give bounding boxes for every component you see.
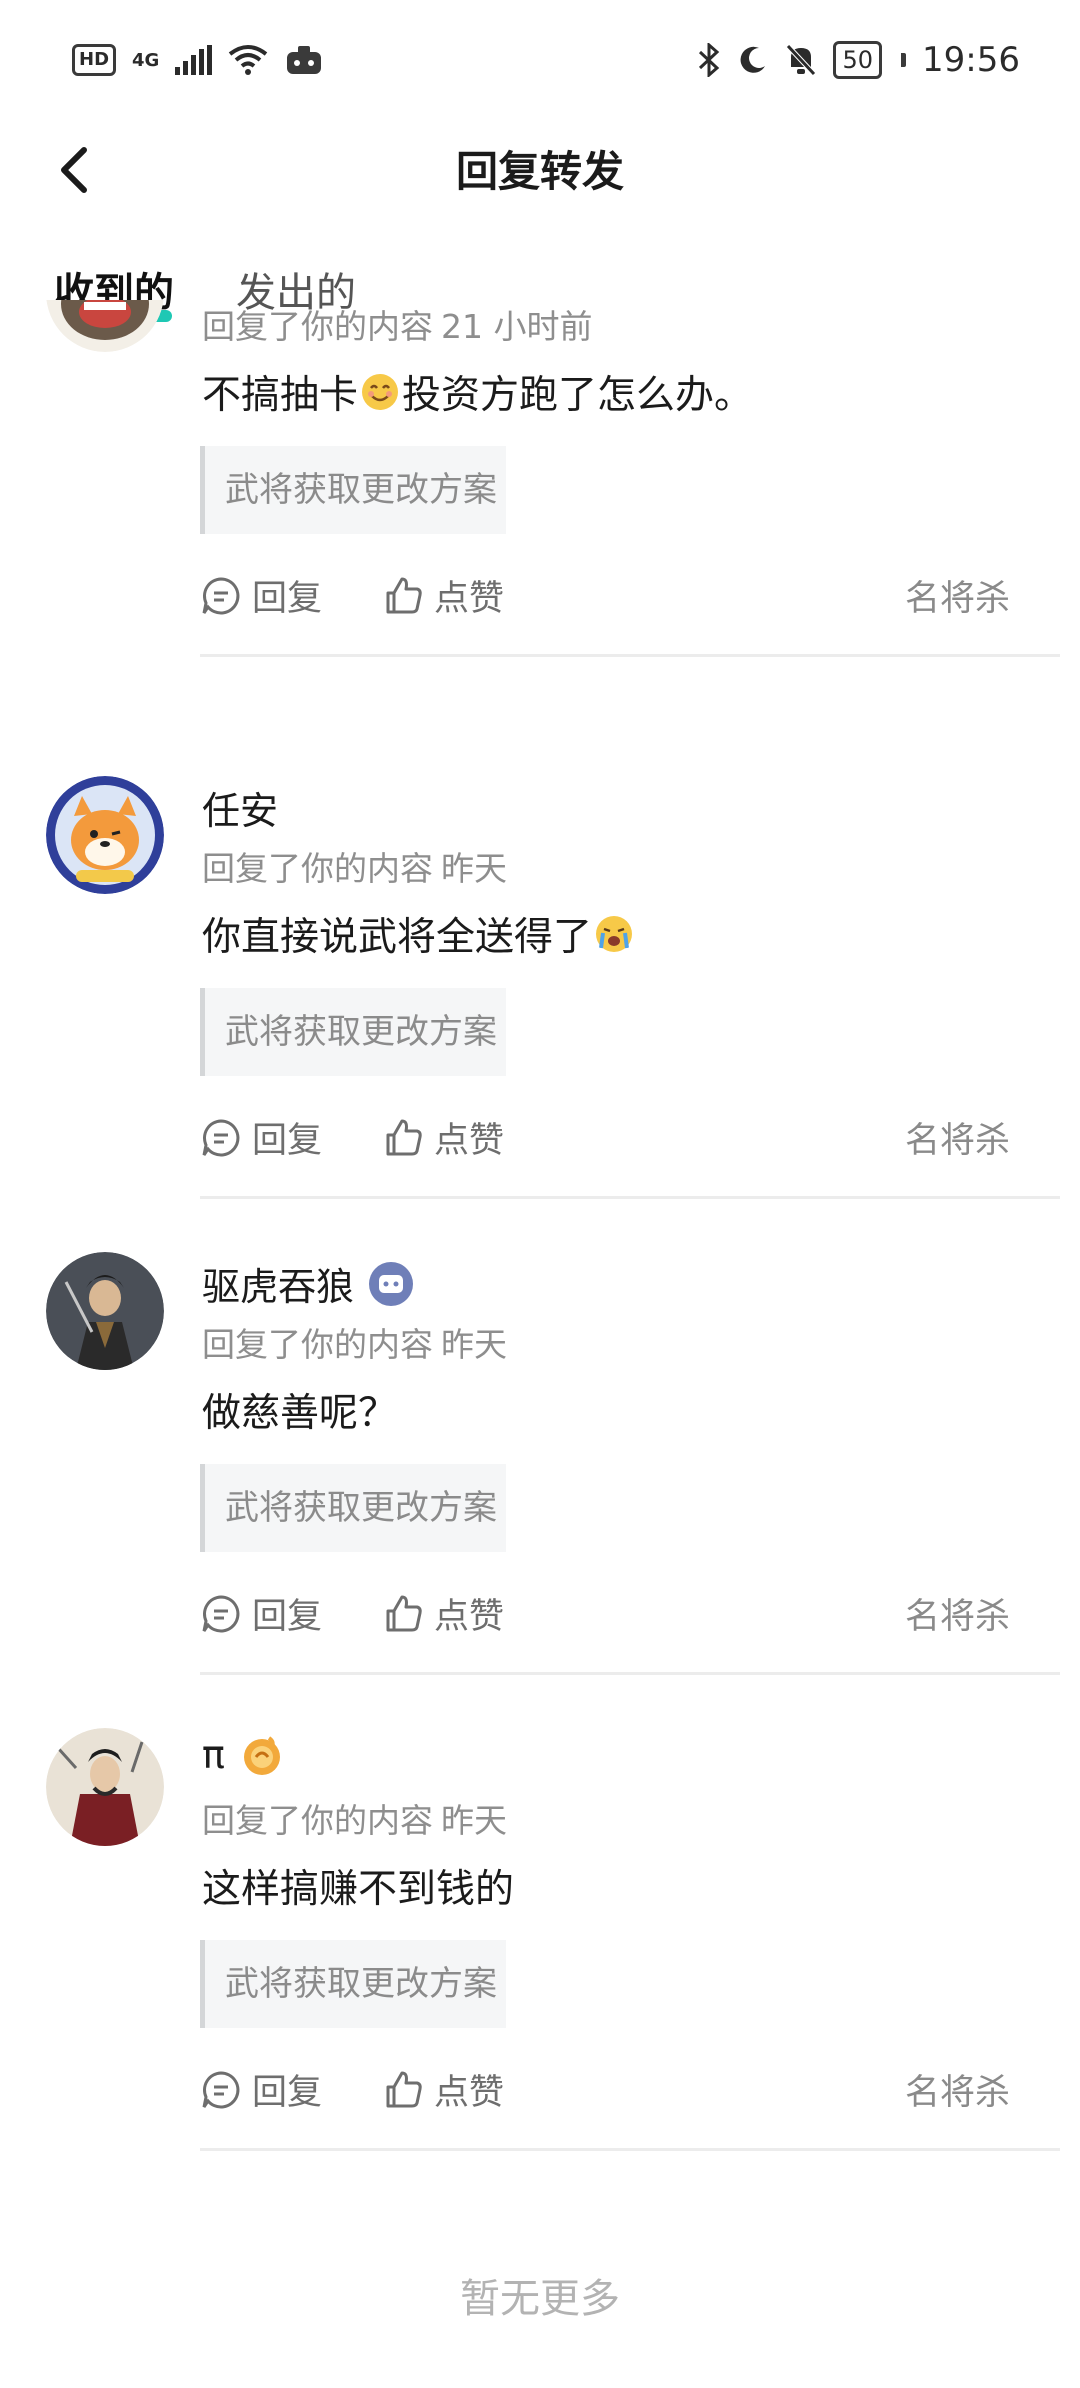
username-text: π xyxy=(202,1733,225,1777)
like-button[interactable]: 点赞 xyxy=(382,1588,504,1639)
reply-label: 回复 xyxy=(252,1597,323,1637)
game-tag[interactable]: 名将杀 xyxy=(905,2064,1010,2115)
reply-meta: 回复了你的内容 昨天 xyxy=(202,842,507,890)
avatar[interactable] xyxy=(46,300,164,352)
reply-text-tail: 投资方跑了怎么办。 xyxy=(402,373,754,418)
action-row: 回复 点赞 名将杀 xyxy=(200,570,1040,630)
username[interactable]: π xyxy=(202,1732,285,1778)
reply-meta: 回复了你的内容 昨天 xyxy=(202,1318,507,1366)
reply-meta: 回复了你的内容 21 小时前 xyxy=(202,300,592,348)
reply-item: 回复了你的内容 21 小时前 不搞抽卡 投资方跑了怎么办。 武将获取更改方案 回… xyxy=(0,300,1080,710)
game-badge-icon xyxy=(369,1261,414,1306)
reply-content[interactable]: 这样搞赚不到钱的 xyxy=(202,1858,514,1914)
reply-feed[interactable]: 回复了你的内容 21 小时前 不搞抽卡 投资方跑了怎么办。 武将获取更改方案 回… xyxy=(0,300,1080,2388)
clock: 19:56 xyxy=(922,40,1020,80)
action-row: 回复 点赞 名将杀 xyxy=(200,1112,1040,1172)
moon-icon xyxy=(741,46,766,73)
battery-indicator: 50 xyxy=(833,41,883,79)
action-row: 回复 点赞 名将杀 xyxy=(200,1588,1040,1648)
reply-text: 做慈善呢？ xyxy=(202,1391,398,1436)
quoted-post[interactable]: 武将获取更改方案 xyxy=(200,988,506,1076)
reply-content[interactable]: 做慈善呢？ xyxy=(202,1382,397,1438)
quoted-post[interactable]: 武将获取更改方案 xyxy=(200,1464,506,1552)
comment-icon xyxy=(202,1118,240,1156)
status-left: HD 4G xyxy=(72,44,324,76)
quoted-post[interactable]: 武将获取更改方案 xyxy=(200,1940,506,2028)
reply-meta: 回复了你的内容 昨天 xyxy=(202,1794,507,1842)
network-type: 4G xyxy=(132,49,160,71)
level-badge-icon xyxy=(243,1736,280,1775)
divider xyxy=(200,2148,1060,2151)
avatar[interactable] xyxy=(46,776,164,894)
signal-icon xyxy=(175,45,213,75)
reply-action: 回复了你的内容 xyxy=(202,849,433,888)
comment-icon xyxy=(202,576,240,614)
thumbs-up-icon xyxy=(386,1595,422,1631)
status-right: 50 19:56 xyxy=(697,40,1020,80)
mute-bell-icon xyxy=(786,44,817,76)
reply-button[interactable]: 回复 xyxy=(200,1112,322,1163)
avatar[interactable] xyxy=(46,1252,164,1370)
status-bar: HD 4G 50 19:56 xyxy=(0,0,1080,120)
thumbs-up-icon xyxy=(386,2071,422,2107)
reply-time: 昨天 xyxy=(441,1801,507,1840)
thumbs-up-icon xyxy=(386,1119,422,1155)
reply-label: 回复 xyxy=(252,1121,323,1161)
reply-time: 昨天 xyxy=(441,849,507,888)
reply-item: 驱虎吞狼 回复了你的内容 昨天 做慈善呢？ 武将获取更改方案 回复 点赞 名将杀 xyxy=(0,1252,1080,1728)
divider xyxy=(200,654,1060,657)
like-label: 点赞 xyxy=(434,579,505,619)
game-tag[interactable]: 名将杀 xyxy=(905,570,1010,621)
quoted-post[interactable]: 武将获取更改方案 xyxy=(200,446,506,534)
like-label: 点赞 xyxy=(434,2073,505,2113)
divider xyxy=(200,1196,1060,1199)
like-button[interactable]: 点赞 xyxy=(382,2064,504,2115)
like-button[interactable]: 点赞 xyxy=(382,1112,504,1163)
smiling-face-icon xyxy=(362,374,399,410)
reply-button[interactable]: 回复 xyxy=(200,2064,322,2115)
comment-icon xyxy=(202,1594,240,1632)
thumbs-up-icon xyxy=(386,577,422,613)
page-title: 回复转发 xyxy=(455,147,624,196)
reply-action: 回复了你的内容 xyxy=(202,1325,433,1364)
bluetooth-icon xyxy=(699,43,720,77)
like-label: 点赞 xyxy=(434,1121,505,1161)
reply-text: 你直接说武将全送得了 xyxy=(202,915,593,960)
reply-button[interactable]: 回复 xyxy=(200,1588,322,1639)
battery-level: 50 xyxy=(842,46,874,74)
like-label: 点赞 xyxy=(434,1597,505,1637)
reply-time: 21 小时前 xyxy=(441,307,593,346)
hd-badge: HD xyxy=(72,44,117,76)
top-bar: 回复转发 xyxy=(0,120,1080,220)
reply-action: 回复了你的内容 xyxy=(202,1801,433,1840)
reply-label: 回复 xyxy=(252,2073,323,2113)
username[interactable]: 任安 xyxy=(202,780,278,835)
reply-time: 昨天 xyxy=(441,1325,507,1364)
action-row: 回复 点赞 名将杀 xyxy=(200,2064,1040,2124)
like-button[interactable]: 点赞 xyxy=(382,570,504,621)
reply-content[interactable]: 你直接说武将全送得了 xyxy=(202,906,636,962)
game-controller-icon xyxy=(287,46,322,74)
reply-action: 回复了你的内容 xyxy=(202,307,433,346)
reply-item: 任安 回复了你的内容 昨天 你直接说武将全送得了 武将获取更改方案 回复 点赞 … xyxy=(0,776,1080,1252)
no-more-text: 暂无更多 xyxy=(460,2276,620,2322)
comment-icon xyxy=(202,2070,240,2108)
reply-button[interactable]: 回复 xyxy=(200,570,322,621)
reply-text: 不搞抽卡 xyxy=(202,373,359,418)
game-tag[interactable]: 名将杀 xyxy=(905,1112,1010,1163)
reply-item: π 回复了你的内容 昨天 这样搞赚不到钱的 武将获取更改方案 回复 点赞 名将杀 xyxy=(0,1728,1080,2204)
crying-face-icon xyxy=(596,916,633,952)
username[interactable]: 驱虎吞狼 xyxy=(202,1256,414,1311)
reply-label: 回复 xyxy=(252,579,323,619)
username-text: 驱虎吞狼 xyxy=(202,1265,355,1309)
reply-text: 这样搞赚不到钱的 xyxy=(202,1867,515,1912)
game-tag[interactable]: 名将杀 xyxy=(905,1588,1010,1639)
battery-tip xyxy=(901,53,907,67)
divider xyxy=(200,1672,1060,1675)
reply-content[interactable]: 不搞抽卡 投资方跑了怎么办。 xyxy=(202,364,753,420)
avatar[interactable] xyxy=(46,1728,164,1846)
wifi-icon xyxy=(229,45,268,75)
